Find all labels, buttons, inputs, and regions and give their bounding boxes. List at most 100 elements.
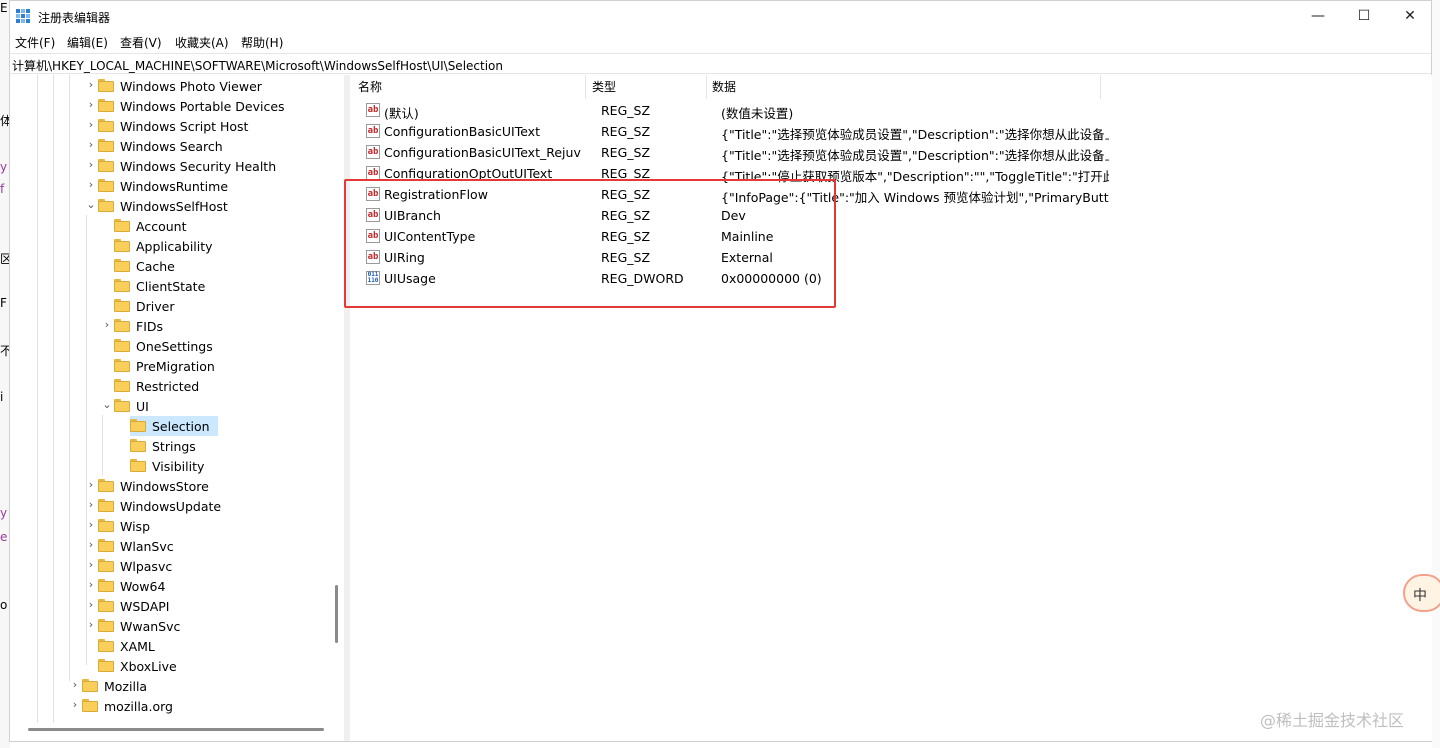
annotation-highlight-box: [344, 179, 836, 308]
tree-node-label: WindowsUpdate: [120, 499, 222, 514]
background-fragment: o: [0, 598, 8, 612]
value-row[interactable]: ab ConfigurationBasicUIText_Rejuv REG_SZ {"…: [350, 142, 1110, 163]
expand-chevron-icon[interactable]: ›: [70, 698, 80, 711]
folder-icon: [130, 459, 146, 472]
title-bar[interactable]: 注册表编辑器 — ☐ ✕: [10, 1, 1431, 31]
minimize-icon: —: [1311, 8, 1325, 24]
tree-node-label: Wow64: [120, 579, 166, 594]
tree-vertical-scrollbar[interactable]: [330, 75, 344, 731]
tree-hscroll-thumb[interactable]: [28, 728, 324, 731]
maximize-button[interactable]: ☐: [1341, 1, 1387, 31]
folder-icon: [98, 499, 114, 512]
tree-node-label: Wisp: [120, 519, 151, 534]
tree-node-label: Windows Portable Devices: [120, 99, 285, 114]
expand-chevron-icon[interactable]: ›: [70, 678, 80, 691]
value-type: REG_SZ: [601, 145, 651, 160]
folder-icon: [98, 639, 114, 652]
folder-icon: [82, 699, 98, 712]
maximize-icon: ☐: [1357, 8, 1371, 24]
folder-icon: [114, 339, 130, 352]
ime-indicator[interactable]: 中: [1403, 574, 1440, 612]
folder-icon: [114, 219, 130, 232]
values-pane[interactable]: 名称 类型 数据 ab (默认) REG_SZ (数值未设置) ab Configurat…: [350, 75, 1432, 741]
expand-chevron-icon[interactable]: ›: [86, 98, 96, 111]
menu-favorites[interactable]: 收藏夹(A): [175, 34, 229, 51]
expand-chevron-icon[interactable]: ›: [86, 178, 96, 191]
tree-node-label: Strings: [152, 439, 196, 454]
string-value-icon: ab: [366, 103, 380, 117]
column-header-type[interactable]: 类型: [592, 78, 616, 95]
tree-node-label: WindowsStore: [120, 479, 209, 494]
folder-icon: [98, 519, 114, 532]
folder-icon: [98, 159, 114, 172]
close-button[interactable]: ✕: [1387, 1, 1433, 31]
menu-file[interactable]: 文件(F): [15, 34, 55, 51]
expand-chevron-icon[interactable]: ›: [86, 518, 96, 531]
folder-icon: [114, 379, 130, 392]
value-name: (默认): [384, 106, 419, 121]
value-row[interactable]: ab (默认) REG_SZ (数值未设置): [350, 100, 1110, 121]
expand-chevron-icon[interactable]: ›: [86, 78, 96, 91]
expand-chevron-icon[interactable]: ›: [86, 118, 96, 131]
tree-node-label: Account: [136, 219, 187, 234]
expand-chevron-icon[interactable]: ›: [86, 478, 96, 491]
collapse-chevron-icon[interactable]: ⌄: [102, 398, 112, 411]
expand-chevron-icon[interactable]: ›: [86, 618, 96, 631]
watermark: @稀土掘金技术社区: [1260, 711, 1405, 730]
collapse-chevron-icon[interactable]: ⌄: [86, 198, 96, 211]
folder-icon: [114, 319, 130, 332]
minimize-button[interactable]: —: [1295, 1, 1341, 31]
expand-chevron-icon[interactable]: ›: [86, 538, 96, 551]
expand-chevron-icon[interactable]: ›: [86, 158, 96, 171]
tree-node-label: Cache: [136, 259, 175, 274]
value-data: (数值未设置): [721, 106, 794, 121]
tree-node-label: Windows Script Host: [120, 119, 249, 134]
tree-node-label: OneSettings: [136, 339, 213, 354]
column-header-name[interactable]: 名称: [358, 78, 382, 95]
folder-icon: [98, 599, 114, 612]
expand-chevron-icon[interactable]: ›: [86, 558, 96, 571]
expand-chevron-icon[interactable]: ›: [86, 578, 96, 591]
expand-chevron-icon[interactable]: ›: [86, 498, 96, 511]
folder-icon: [98, 659, 114, 672]
tree-node-label: Windows Search: [120, 139, 223, 154]
folder-icon: [98, 79, 114, 92]
expand-chevron-icon[interactable]: ›: [86, 598, 96, 611]
tree-node-label: WlanSvc: [120, 539, 174, 554]
string-value-icon: ab: [366, 145, 380, 159]
registry-key-tree[interactable]: › Windows Photo Viewer › Windows Portable D…: [10, 75, 328, 723]
address-path[interactable]: 计算机\HKEY_LOCAL_MACHINE\SOFTWARE\Microsof…: [12, 57, 503, 74]
string-value-icon: ab: [366, 166, 380, 180]
value-row[interactable]: ab ConfigurationBasicUIText REG_SZ {"Title"…: [350, 121, 1110, 142]
tree-node-label: PreMigration: [136, 359, 215, 374]
folder-icon: [98, 579, 114, 592]
tree-node-label: WindowsRuntime: [120, 179, 229, 194]
folder-icon: [114, 279, 130, 292]
value-name: ConfigurationBasicUIText_Rejuv: [384, 145, 581, 160]
value-name: ConfigurationBasicUIText: [384, 124, 540, 139]
folder-icon: [98, 479, 114, 492]
column-header-data[interactable]: 数据: [712, 78, 736, 95]
tree-node-label: Selection: [152, 419, 210, 434]
folder-icon: [98, 179, 114, 192]
tree-node-label: WindowsSelfHost: [120, 199, 228, 214]
folder-icon: [114, 299, 130, 312]
regedit-window: 注册表编辑器 — ☐ ✕ 文件(F) 编辑(E) 查看(V) 收藏夹(A) 帮助…: [9, 0, 1432, 742]
menu-view[interactable]: 查看(V): [120, 34, 162, 51]
menu-help[interactable]: 帮助(H): [241, 34, 283, 51]
tree-scroll-thumb[interactable]: [335, 585, 338, 643]
window-title: 注册表编辑器: [38, 11, 111, 25]
folder-icon: [130, 439, 146, 452]
tree-horizontal-scrollbar[interactable]: [10, 723, 328, 737]
tree-node[interactable]: Selection: [130, 416, 218, 436]
background-fragment: f: [0, 182, 5, 196]
menu-edit[interactable]: 编辑(E): [67, 34, 108, 51]
folder-icon: [98, 119, 114, 132]
background-fragment: i: [0, 390, 4, 404]
address-bar[interactable]: 计算机\HKEY_LOCAL_MACHINE\SOFTWARE\Microsof…: [10, 53, 1431, 74]
expand-chevron-icon[interactable]: ›: [86, 138, 96, 151]
folder-icon: [98, 559, 114, 572]
tree-node-label: Restricted: [136, 379, 200, 394]
folder-icon: [98, 619, 114, 632]
expand-chevron-icon[interactable]: ›: [102, 318, 112, 331]
